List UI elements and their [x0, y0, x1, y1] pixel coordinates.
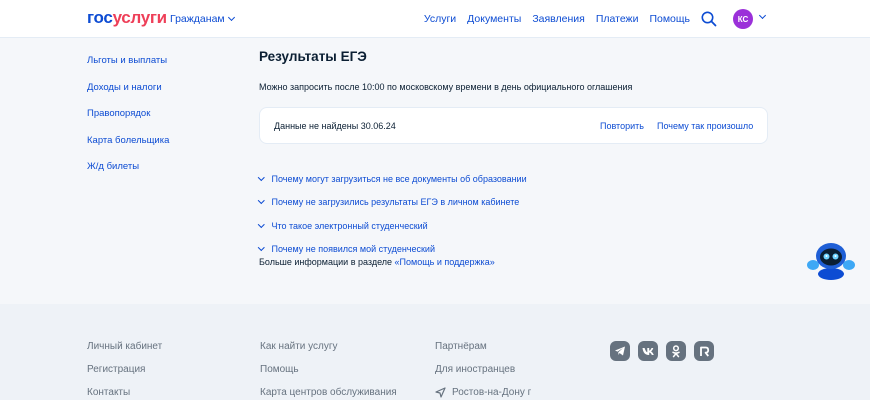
nav-applications[interactable]: Заявления: [532, 13, 585, 25]
chevron-down-icon: [258, 173, 265, 180]
audience-label: Гражданам: [170, 13, 225, 25]
footer-link-foreigners[interactable]: Для иностранцев: [435, 364, 531, 387]
help-support-link[interactable]: «Помощь и поддержка»: [395, 257, 495, 267]
sidebar-item-benefits[interactable]: Льготы и выплаты: [87, 55, 169, 82]
retry-link[interactable]: Повторить: [600, 121, 644, 131]
sidebar-item-fan-card[interactable]: Карта болельщика: [87, 135, 169, 162]
sidebar-item-rail-tickets[interactable]: Ж/д билеты: [87, 161, 169, 188]
footer-link-cabinet[interactable]: Личный кабинет: [87, 341, 162, 364]
site-footer: Личный кабинет Регистрация Контакты Как …: [0, 304, 870, 400]
footer-link-service-centers[interactable]: Карта центров обслуживания: [260, 387, 397, 400]
chevron-down-icon: [227, 13, 235, 22]
nav-services[interactable]: Услуги: [424, 13, 456, 25]
footer-link-help[interactable]: Помощь: [260, 364, 397, 387]
more-info-text: Больше информации в разделе «Помощь и по…: [259, 257, 495, 267]
nav-documents[interactable]: Документы: [467, 13, 521, 25]
telegram-icon[interactable]: [610, 341, 630, 361]
sidebar-item-law-order[interactable]: Правопорядок: [87, 108, 169, 135]
gosuslugi-logo[interactable]: госуслуги: [87, 9, 167, 27]
footer-column-1: Личный кабинет Регистрация Контакты: [87, 341, 162, 400]
top-navigation: Услуги Документы Заявления Платежи Помощ…: [424, 13, 690, 25]
search-icon[interactable]: [700, 10, 718, 28]
footer-column-3: Партнёрам Для иностранцев Ростов-на-Дону…: [435, 341, 531, 400]
vk-icon[interactable]: [638, 341, 658, 361]
result-card: Данные не найдены 30.06.24 Повторить Поч…: [259, 107, 768, 144]
nav-payments[interactable]: Платежи: [596, 13, 639, 25]
nav-help[interactable]: Помощь: [649, 13, 690, 25]
page-title: Результаты ЕГЭ: [259, 49, 367, 64]
site-header: госуслуги Гражданам Услуги Документы Зая…: [0, 0, 870, 38]
no-data-message: Данные не найдены 30.06.24: [274, 121, 396, 131]
chevron-down-icon: [258, 220, 265, 227]
footer-link-contacts[interactable]: Контакты: [87, 387, 162, 400]
faq-item[interactable]: Почему не загрузились результаты ЕГЭ в л…: [258, 191, 527, 215]
faq-list: Почему могут загрузиться не все документ…: [258, 167, 527, 261]
sidebar-menu: Льготы и выплаты Доходы и налоги Правопо…: [87, 55, 169, 188]
rutube-icon[interactable]: [694, 341, 714, 361]
faq-item[interactable]: Что такое электронный студенческий: [258, 214, 527, 238]
chevron-down-icon: [258, 197, 265, 204]
footer-column-2: Как найти услугу Помощь Карта центров об…: [260, 341, 397, 400]
location-selector[interactable]: Ростов-на-Дону г: [435, 387, 531, 400]
sidebar-item-income-taxes[interactable]: Доходы и налоги: [87, 82, 169, 109]
social-links: [610, 341, 714, 361]
why-happened-link[interactable]: Почему так произошло: [657, 121, 753, 131]
footer-link-find-service[interactable]: Как найти услугу: [260, 341, 397, 364]
user-avatar[interactable]: КС: [733, 9, 753, 29]
faq-item[interactable]: Почему могут загрузиться не все документ…: [258, 167, 527, 191]
chevron-down-icon: [258, 244, 265, 251]
footer-link-partners[interactable]: Партнёрам: [435, 341, 531, 364]
audience-selector[interactable]: Гражданам: [170, 13, 235, 25]
chevron-down-icon[interactable]: [758, 11, 767, 20]
location-arrow-icon: [435, 387, 446, 398]
footer-link-registration[interactable]: Регистрация: [87, 364, 162, 387]
request-hint: Можно запросить после 10:00 по московско…: [259, 82, 633, 92]
odnoklassniki-icon[interactable]: [666, 341, 686, 361]
robot-assistant-icon[interactable]: [806, 241, 856, 281]
